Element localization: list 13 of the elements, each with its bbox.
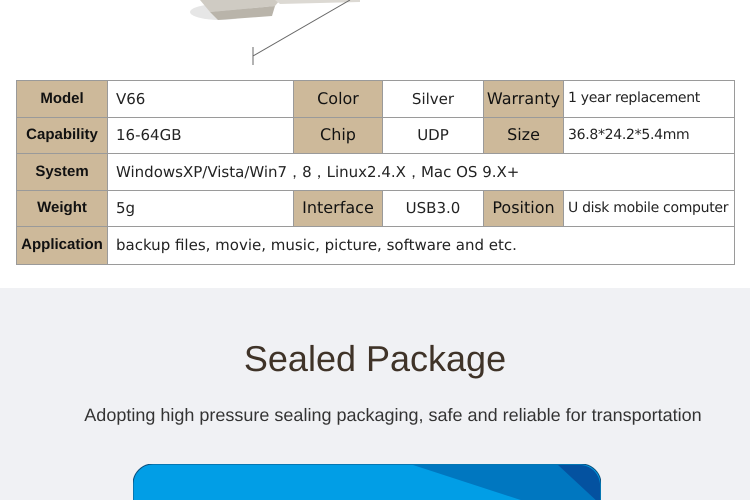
label-cell: Size (484, 118, 564, 153)
label-cell: Capability (17, 118, 108, 153)
label-cell: Weight (17, 190, 108, 226)
label-cell: System (17, 154, 108, 190)
label-cell: Warranty (484, 81, 564, 116)
label-cell: Color (294, 81, 383, 116)
label-cell: Model (17, 81, 108, 116)
label-cell: Chip (294, 118, 383, 153)
section-title: Sealed Package (244, 338, 506, 380)
label-cell: Interface (294, 190, 383, 226)
label-cell: Application (17, 227, 108, 264)
label-cell: Position (484, 190, 564, 226)
section-subtitle: Adopting high pressure sealing packaging, safe and reliable for transportation (84, 404, 702, 427)
